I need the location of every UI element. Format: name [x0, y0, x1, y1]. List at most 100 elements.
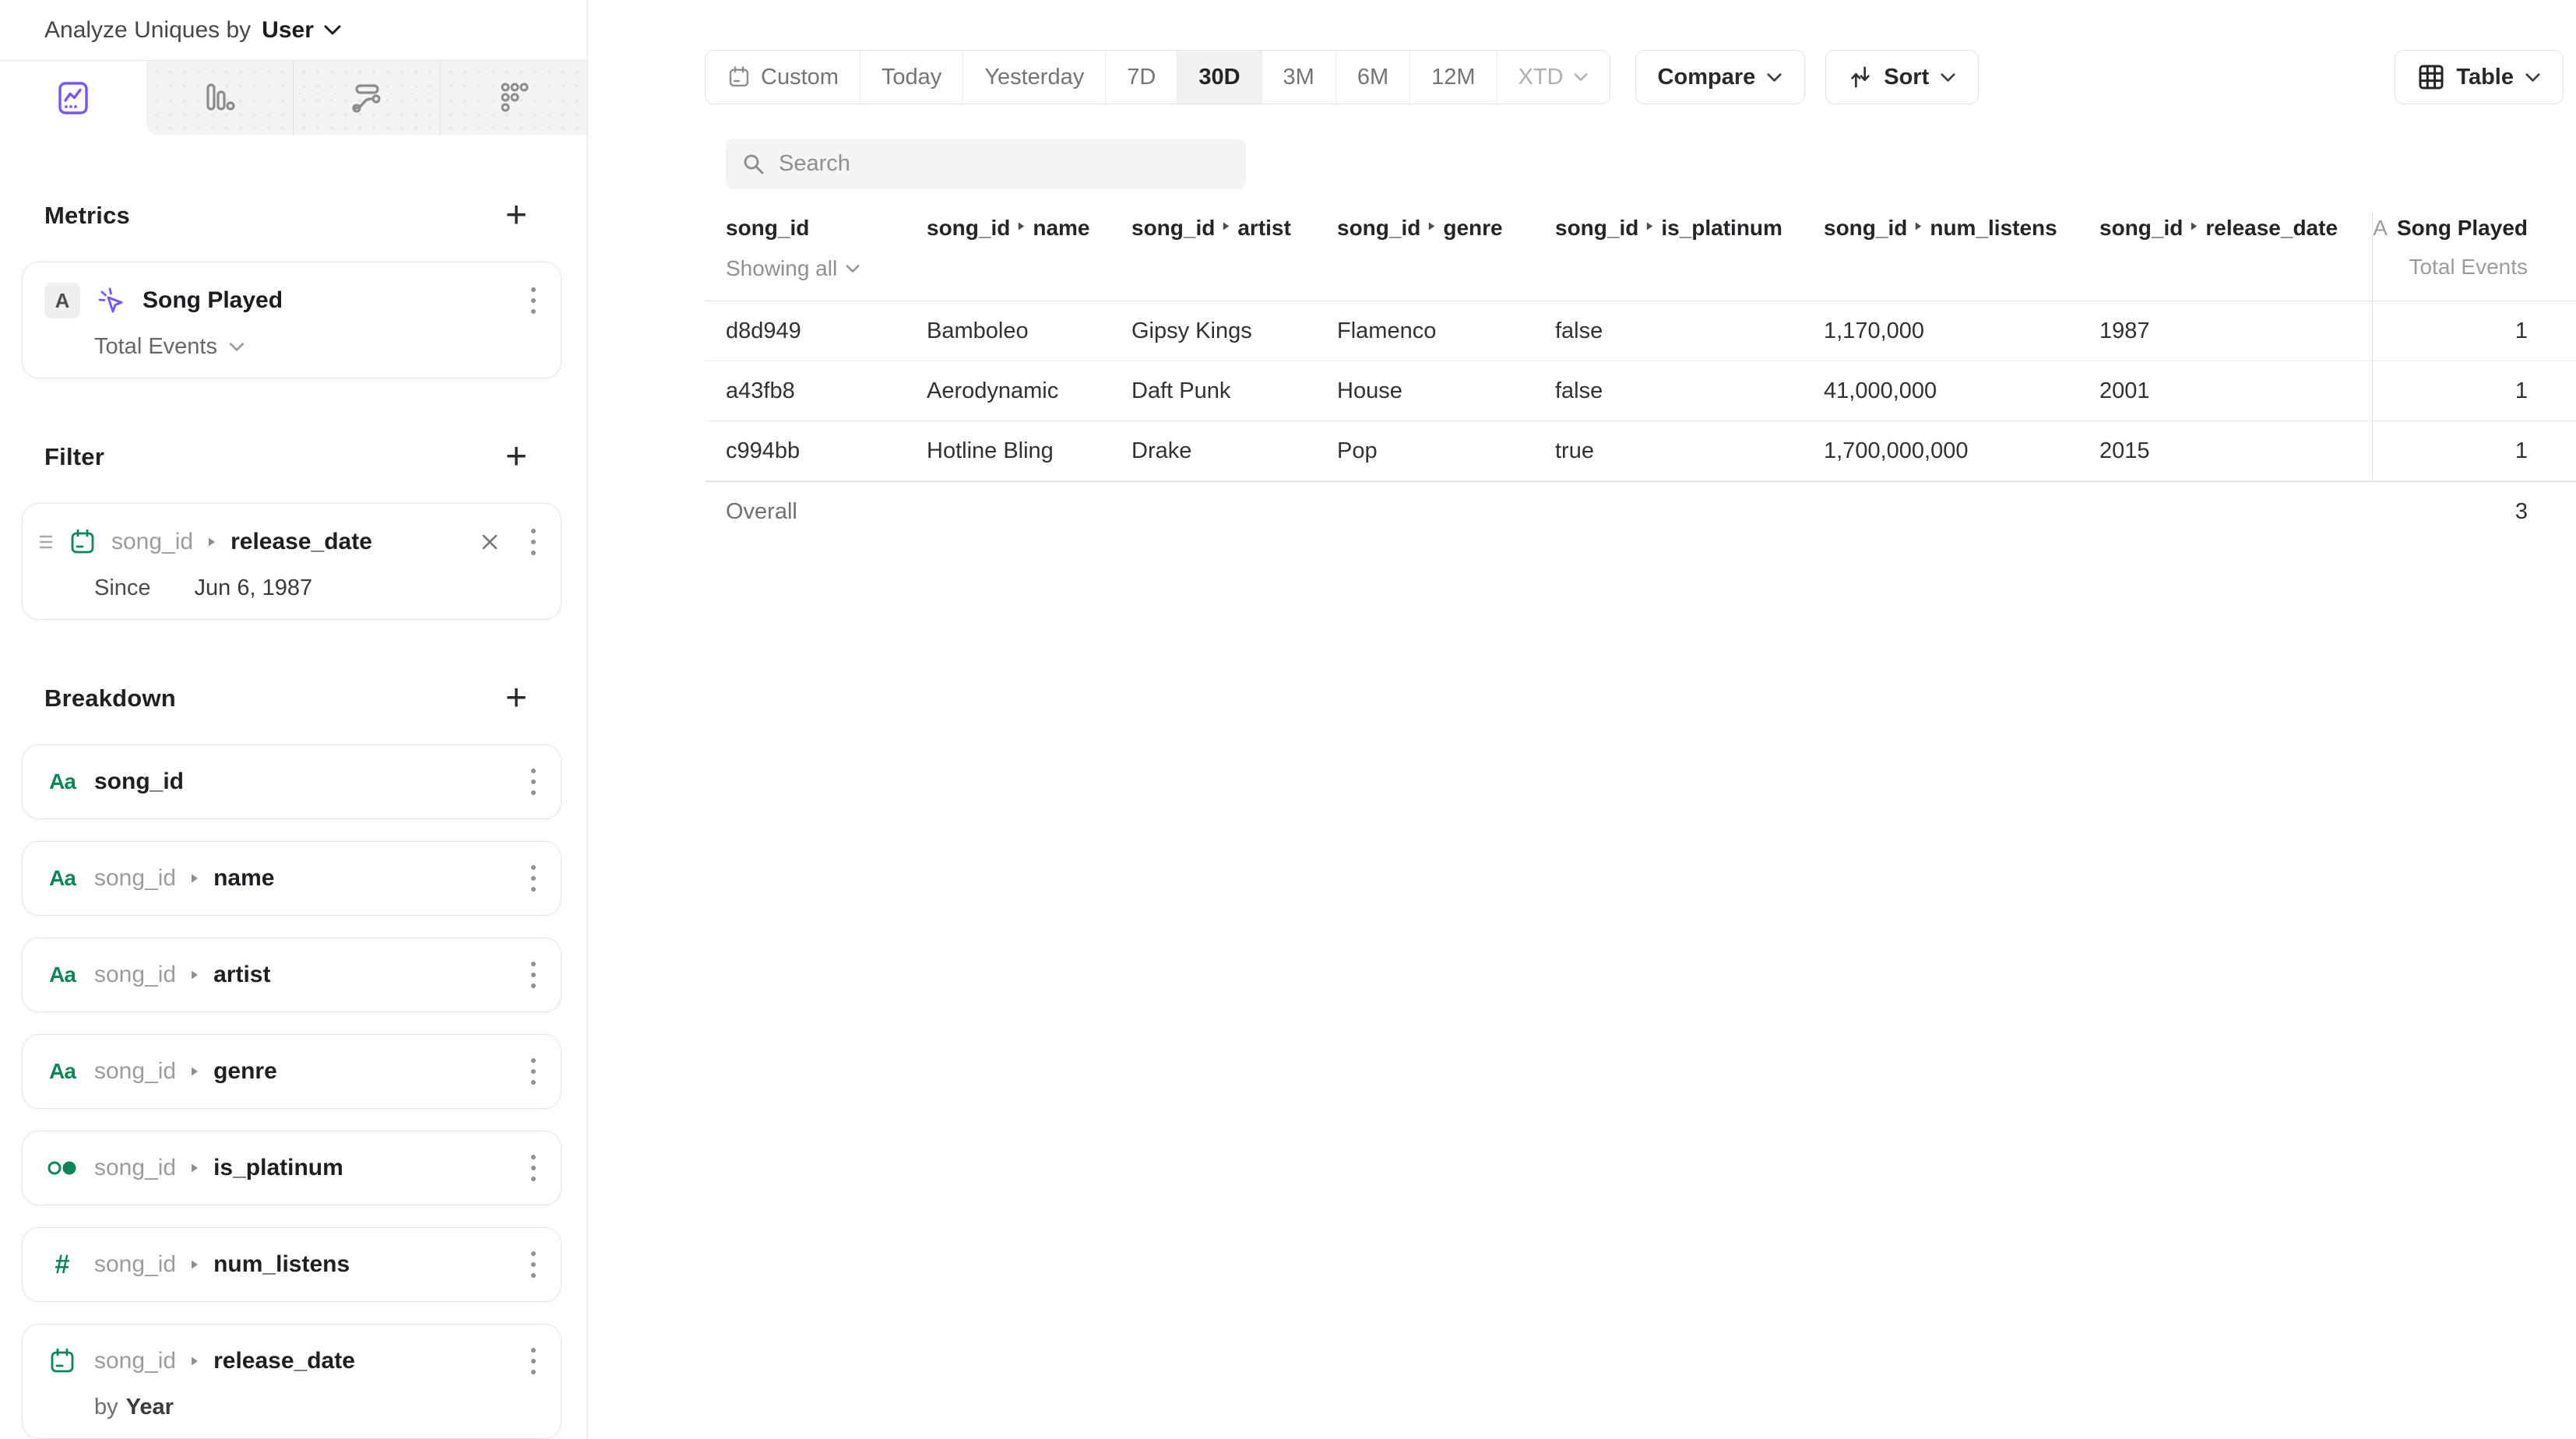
breakdown-property-name: song_id [94, 769, 184, 795]
column-header[interactable]: song_id artist [1131, 211, 1337, 301]
entity-dropdown[interactable]: User [262, 17, 342, 44]
breakdown-property-name: num_listens [213, 1251, 350, 1278]
filter-card[interactable]: song_id release_date Since Jun 6, [22, 503, 561, 620]
text-property-icon: Aa [44, 962, 80, 987]
breakdown-item[interactable]: Aa song_id genre [22, 1034, 561, 1109]
column-header[interactable]: song_id name [927, 211, 1131, 301]
table-search [726, 139, 1246, 189]
add-filter-button[interactable]: + [505, 438, 527, 476]
calendar-icon [68, 527, 97, 557]
tab-insights[interactable] [0, 61, 146, 135]
sort-button[interactable]: Sort [1825, 50, 1979, 104]
column-header[interactable]: song_id is_platinum [1555, 211, 1824, 301]
event-cursor-icon [94, 283, 128, 318]
bar-chart-icon [201, 79, 238, 117]
table-row[interactable]: a43fb8 Aerodynamic Daft Punk House false… [706, 361, 2576, 421]
metric-kebab-menu-button[interactable] [526, 283, 540, 318]
date-range-today[interactable]: Today [860, 51, 962, 104]
kebab-menu-button[interactable] [526, 957, 540, 993]
filter-kebab-menu-button[interactable] [526, 524, 540, 560]
kebab-menu-button[interactable] [526, 860, 540, 896]
arrow-right-icon [1017, 220, 1026, 232]
cell-genre: Pop [1337, 438, 1555, 464]
kebab-menu-button[interactable] [526, 1054, 540, 1089]
column-label: num_listens [1930, 216, 2057, 241]
arrow-right-icon [1222, 220, 1230, 232]
date-range-label: 3M [1283, 65, 1314, 90]
breakdown-item[interactable]: song_id release_date byYear [22, 1324, 561, 1439]
table-row[interactable]: d8d949 Bamboleo Gipsy Kings Flamenco fal… [706, 301, 2576, 361]
column-header[interactable]: song_id num_listens [1824, 211, 2099, 301]
date-range-12m[interactable]: 12M [1409, 51, 1496, 104]
breakdown-item[interactable]: song_id is_platinum [22, 1131, 561, 1205]
date-range-custom[interactable]: Custom [706, 51, 860, 104]
column-parent: song_id [927, 216, 1010, 241]
metric-column-header[interactable]: A Song Played Total Events [2372, 211, 2576, 301]
cell-artist: Drake [1131, 438, 1337, 464]
compare-label: Compare [1658, 65, 1756, 90]
table-row[interactable]: c994bb Hotline Bling Drake Pop true 1,70… [706, 421, 2576, 481]
breakdown-bucket[interactable]: by Year [94, 1395, 540, 1420]
compare-button[interactable]: Compare [1635, 50, 1806, 104]
tab-funnels[interactable] [146, 61, 293, 135]
chevron-down-icon [1940, 72, 1956, 83]
search-input[interactable] [779, 139, 1246, 189]
cell-is-platinum: false [1555, 378, 1824, 404]
bucket-value: Year [126, 1395, 174, 1420]
metric-card[interactable]: A Song Played Total Events [22, 262, 561, 378]
report-type-tabs [0, 60, 587, 135]
column-header[interactable]: song_id [726, 211, 927, 241]
cell-song-id: a43fb8 [706, 378, 927, 404]
date-range-label: 6M [1357, 65, 1388, 90]
kebab-menu-button[interactable] [526, 1343, 540, 1379]
date-range-label: XTD [1519, 65, 1564, 90]
analyze-title: Analyze Uniques by [44, 17, 251, 44]
showing-all-dropdown[interactable]: Showing all [726, 256, 927, 281]
column-header[interactable]: song_id release_date [2099, 211, 2372, 301]
metric-event-name[interactable]: Song Played [143, 287, 283, 314]
kebab-menu-button[interactable] [526, 1247, 540, 1282]
arrow-right-icon [190, 1162, 199, 1174]
kebab-menu-button[interactable] [526, 1150, 540, 1186]
view-type-button[interactable]: Table [2395, 50, 2564, 104]
date-range-7d[interactable]: 7D [1105, 51, 1177, 104]
column-label: artist [1237, 216, 1290, 241]
add-breakdown-button[interactable]: + [505, 680, 527, 717]
date-range-3m[interactable]: 3M [1262, 51, 1336, 104]
column-label: name [1033, 216, 1089, 241]
breakdown-item[interactable]: Aa song_id [22, 744, 561, 819]
kebab-menu-button[interactable] [526, 764, 540, 800]
sidebar-header: Analyze Uniques by User [0, 0, 587, 60]
add-metric-button[interactable]: + [505, 197, 527, 234]
flows-icon [348, 79, 385, 117]
filter-heading: Filter [44, 443, 104, 471]
date-range-30d[interactable]: 30D [1177, 51, 1261, 104]
date-range-xtd[interactable]: XTD [1497, 51, 1610, 104]
results-table: song_id Showing all song_id name song_id… [706, 202, 2576, 542]
breakdown-item[interactable]: Aa song_id name [22, 841, 561, 916]
tab-flows[interactable] [293, 61, 441, 135]
filter-value[interactable]: Jun 6, 1987 [195, 575, 313, 601]
aggregation-dropdown[interactable]: Total Events [94, 334, 245, 360]
text-property-icon: Aa [44, 1059, 80, 1084]
breakdown-property-parent: song_id [94, 962, 176, 988]
filter-operator[interactable]: Since [94, 575, 151, 601]
breakdown-item[interactable]: # song_id num_listens [22, 1227, 561, 1302]
arrow-right-icon [1427, 220, 1436, 232]
breakdown-heading: Breakdown [44, 684, 176, 712]
insights-app: Analyze Uniques by User [0, 0, 2576, 1439]
bucket-prefix: by [94, 1395, 118, 1420]
chevron-down-icon [2525, 72, 2541, 83]
remove-filter-button[interactable] [477, 529, 503, 555]
cell-metric-value: 1 [2372, 361, 2576, 420]
cell-metric-value: 1 [2372, 421, 2576, 480]
arrow-right-icon [207, 536, 216, 548]
date-range-6m[interactable]: 6M [1336, 51, 1409, 104]
column-header[interactable]: song_id genre [1337, 211, 1555, 301]
breakdown-item[interactable]: Aa song_id artist [22, 938, 561, 1012]
cell-song-id: d8d949 [706, 318, 927, 344]
drag-handle-icon[interactable] [38, 533, 54, 551]
view-type-label: Table [2456, 65, 2514, 90]
date-range-yesterday[interactable]: Yesterday [962, 51, 1105, 104]
tab-retention[interactable] [441, 61, 587, 135]
